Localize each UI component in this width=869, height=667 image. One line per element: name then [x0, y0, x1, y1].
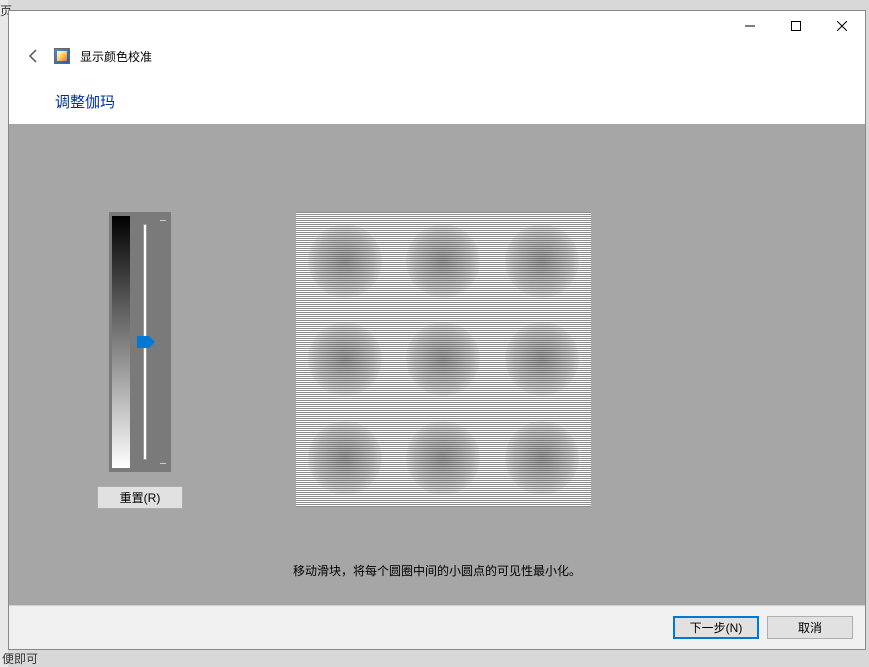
gamma-dot [406, 224, 480, 298]
gamma-cell [493, 409, 591, 507]
close-button[interactable] [819, 11, 865, 41]
content-area: 重置(R) 移动滑块，将每个圆圈中间的小圆点的可见性最小化。 [9, 124, 865, 605]
gamma-cell [296, 310, 394, 408]
header-row: 显示颜色校准 [9, 41, 865, 71]
gamma-cell [493, 310, 591, 408]
calibration-window: 显示颜色校准 调整伽玛 重置(R) [8, 10, 866, 650]
cancel-button[interactable]: 取消 [767, 616, 853, 639]
gamma-slider[interactable] [133, 216, 168, 468]
gamma-dot [308, 322, 382, 396]
gamma-dot [308, 224, 382, 298]
gamma-dot [505, 421, 579, 495]
gamma-dot [406, 322, 480, 396]
titlebar [9, 11, 865, 41]
reset-button[interactable]: 重置(R) [97, 486, 183, 509]
gamma-dot [308, 421, 382, 495]
gamma-dot [505, 224, 579, 298]
instruction-text: 移动滑块，将每个圆圈中间的小圆点的可见性最小化。 [9, 562, 865, 579]
maximize-button[interactable] [773, 11, 819, 41]
minimize-button[interactable] [727, 11, 773, 41]
footer: 下一步(N) 取消 [9, 605, 865, 649]
gradient-strip [112, 216, 130, 468]
gamma-cell [296, 212, 394, 310]
gamma-cell [394, 310, 492, 408]
gamma-slider-box [109, 212, 171, 472]
slider-tick-top [160, 220, 166, 221]
window-title: 显示颜色校准 [80, 48, 152, 65]
gamma-dot [406, 421, 480, 495]
gamma-cell [296, 409, 394, 507]
gamma-cell [493, 212, 591, 310]
gamma-preview [296, 212, 591, 507]
gamma-dot [505, 322, 579, 396]
app-icon [54, 48, 70, 64]
next-button[interactable]: 下一步(N) [673, 616, 759, 639]
gamma-cell [394, 409, 492, 507]
back-button[interactable] [24, 46, 44, 66]
slider-thumb[interactable] [137, 336, 155, 348]
gamma-cell [394, 212, 492, 310]
background-text-bottom: 便即可 [2, 650, 38, 667]
page-heading: 调整伽玛 [55, 91, 865, 112]
slider-tick-bottom [160, 463, 166, 464]
